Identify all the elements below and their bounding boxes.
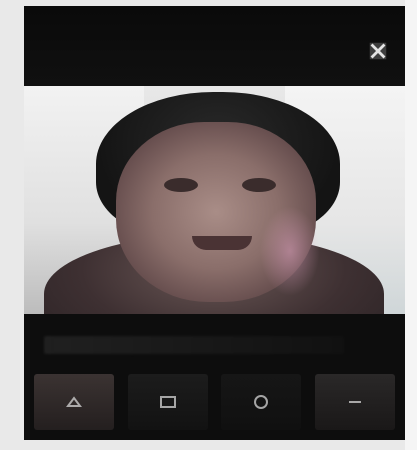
video-feed[interactable] xyxy=(24,86,405,314)
action-button-1[interactable] xyxy=(34,374,114,430)
action-button-3[interactable] xyxy=(221,374,302,430)
action-icon-2 xyxy=(159,396,176,408)
frame-edge xyxy=(405,0,417,450)
person-eye-right xyxy=(242,178,276,192)
action-icon-4 xyxy=(348,401,361,403)
light-reflection xyxy=(260,206,320,296)
video-call-screen xyxy=(24,6,405,440)
action-icon-1 xyxy=(66,396,82,407)
caption-text xyxy=(44,336,344,354)
action-bar xyxy=(34,372,395,432)
action-button-2[interactable] xyxy=(127,374,208,430)
top-bar xyxy=(24,6,405,86)
person-mouth xyxy=(192,236,252,250)
action-button-4[interactable] xyxy=(314,374,395,430)
person-eye-left xyxy=(164,178,198,192)
close-icon xyxy=(369,42,387,60)
action-icon-3 xyxy=(254,395,269,409)
bottom-controls xyxy=(24,314,405,440)
close-button[interactable] xyxy=(365,38,391,64)
